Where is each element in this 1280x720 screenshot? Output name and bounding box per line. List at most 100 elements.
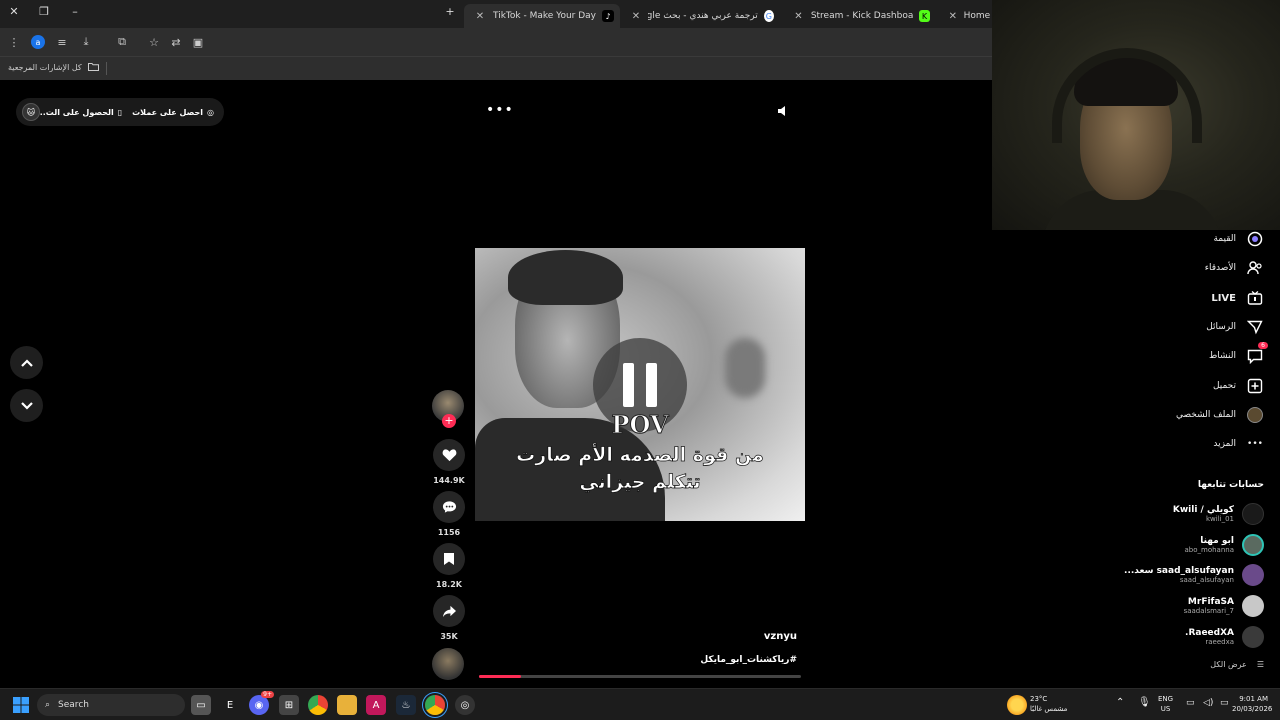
network-icon[interactable]: ▭ — [1186, 698, 1195, 708]
next-video-button[interactable] — [10, 389, 43, 422]
download-icon[interactable]: ⤓ — [78, 34, 94, 50]
save-button[interactable] — [433, 543, 465, 575]
avatar — [1242, 503, 1264, 525]
volume-icon[interactable] — [776, 104, 792, 120]
google-icon: G — [763, 10, 774, 22]
profile-icon — [1246, 406, 1264, 424]
tab-google[interactable]: G ترجمة عربي هندي - بحث Google ✕ — [624, 4, 780, 28]
following-item[interactable]: saad_alsufayan سعد... saad_alsufayan — [1124, 562, 1264, 588]
chrome-icon[interactable] — [308, 695, 328, 715]
like-button[interactable] — [433, 439, 465, 471]
discord-icon[interactable]: ◉ 9+ — [249, 691, 274, 715]
post-hashtag[interactable]: #رياكشنات_ابو_مايكل — [600, 655, 797, 665]
sidebar-item-profile[interactable]: الملف الشخصي — [1176, 405, 1264, 425]
channel-logo[interactable]: 🐱 — [22, 103, 40, 121]
get-app-button[interactable]: ▯ الحصول على الت... — [37, 108, 122, 117]
translate-icon[interactable]: ⇄ — [168, 34, 184, 50]
promo-pill: ◎ احصل على عملات ▯ الحصول على الت... 🐱 — [16, 98, 224, 126]
sidebar-item-live[interactable]: LIVE — [1211, 288, 1264, 308]
following-item[interactable]: MrFifaSA saadalsmari_7 — [1184, 593, 1264, 619]
taskbar-search[interactable]: ⌕ Search — [37, 694, 185, 716]
more-options-icon[interactable]: ••• — [486, 102, 514, 118]
activity-badge: 6 — [1258, 342, 1268, 349]
close-tab-icon[interactable]: ✕ — [630, 11, 642, 22]
sidebar-item-friends[interactable]: الأصدقاء — [1205, 258, 1264, 278]
all-bookmarks[interactable]: كل الإشارات المرجعية — [8, 62, 99, 73]
chrome-active-icon[interactable] — [425, 695, 445, 715]
xbox-icon[interactable]: ⊞ — [279, 695, 299, 715]
restore-window-icon[interactable]: ❐ — [36, 5, 52, 18]
browser-toolbar: ⋮ a ≡ ⤓ ⧉ ☆ ⇄ ▣ — [0, 28, 992, 56]
sidebar-item-label: الرسائل — [1206, 322, 1236, 332]
steam-icon[interactable]: ♨ — [396, 695, 416, 715]
extensions-icon[interactable]: ⧉ — [114, 34, 130, 50]
tab-kick[interactable]: K Stream - Kick Dashboard ✕ — [786, 4, 936, 28]
task-view-icon[interactable]: ▭ — [191, 695, 211, 715]
close-window-icon[interactable]: ✕ — [6, 5, 22, 18]
tab-title: ترجمة عربي هندي - بحث Google — [647, 11, 758, 21]
close-tab-icon[interactable]: ✕ — [948, 11, 958, 22]
chevron-up-icon — [20, 358, 33, 367]
app-icon[interactable]: A — [366, 695, 386, 715]
following-item[interactable]: ابو مهنا abo_mohanna — [1184, 532, 1264, 558]
sidebar-item-more[interactable]: المزيد ••• — [1213, 434, 1264, 454]
show-hidden-icons[interactable]: ⌃ — [1116, 698, 1124, 708]
file-explorer-icon[interactable] — [337, 695, 357, 715]
clock[interactable]: 9:01 AM 20/03/2026 — [1232, 694, 1272, 714]
see-all-button[interactable]: ☰ عرض الكل — [1210, 660, 1264, 669]
sound-avatar[interactable] — [432, 648, 464, 680]
coin-icon: ◎ — [207, 107, 214, 117]
comment-button[interactable] — [433, 491, 465, 523]
tab-tiktok[interactable]: ♪ TikTok - Make Your Day ✕ — [464, 4, 620, 28]
post-author[interactable]: vznyu — [600, 631, 797, 642]
cast-icon[interactable]: ▣ — [190, 34, 206, 50]
upload-icon — [1246, 377, 1264, 395]
heart-icon — [442, 449, 456, 462]
epic-games-icon[interactable]: E — [220, 695, 240, 715]
video-caption-line: من قوة الصدمه الأم صارت — [516, 444, 764, 467]
save-count: 18.2K — [436, 580, 462, 589]
volume-tray-icon[interactable]: ◁) — [1203, 698, 1213, 708]
avatar — [1242, 534, 1264, 556]
webcam-overlay — [992, 0, 1280, 230]
windows-start-icon[interactable] — [11, 695, 31, 715]
sidebar-item-upload[interactable]: تحميل — [1213, 376, 1264, 396]
list-icon: ☰ — [1256, 660, 1264, 669]
tab-title: Home / X — [963, 11, 992, 21]
get-coins-button[interactable]: ◎ احصل على عملات — [132, 108, 214, 117]
like-count: 144.9K — [433, 476, 465, 485]
sidebar-item-explore[interactable]: القيمة — [1213, 229, 1264, 249]
obs-icon[interactable]: ◎ — [455, 695, 475, 715]
new-tab-icon[interactable]: + — [442, 5, 458, 18]
browser-tab-bar: ✕ ❐ – + ♪ TikTok - Make Your Day ✕ G ترج… — [0, 0, 992, 28]
minimize-window-icon[interactable]: – — [67, 5, 83, 18]
video-player[interactable]: POV من قوة الصدمه الأم صارت تتكلم جيزاني — [475, 248, 805, 521]
previous-video-button[interactable] — [10, 346, 43, 379]
sidebar-item-activity[interactable]: النشاط 6 — [1209, 342, 1268, 366]
following-item[interactable]: كويلي / Kwili kwili_01 — [1173, 501, 1264, 527]
battery-icon[interactable]: ▭ — [1220, 698, 1229, 708]
bookmark-star-icon[interactable]: ☆ — [146, 34, 162, 50]
close-tab-icon[interactable]: ✕ — [473, 11, 487, 22]
share-button[interactable] — [433, 595, 465, 627]
friends-icon — [1246, 259, 1264, 277]
sidebar-item-messages[interactable]: الرسائل — [1206, 317, 1264, 337]
weather-widget[interactable]: 23°C مشمس غالبًا — [1030, 694, 1067, 714]
microphone-icon[interactable]: 🎙 — [1138, 698, 1151, 708]
menu-dots-icon[interactable]: ⋮ — [6, 34, 22, 50]
discord-badge: 9+ — [261, 691, 274, 698]
profile-avatar[interactable]: a — [30, 34, 46, 50]
close-tab-icon[interactable]: ✕ — [792, 11, 805, 22]
tab-x[interactable]: ✕ Home / X — [942, 4, 992, 28]
video-progress-bar[interactable] — [479, 675, 801, 678]
language-indicator[interactable]: ENG US — [1158, 694, 1173, 714]
follow-plus-button[interactable]: + — [442, 414, 456, 428]
video-progress-fill — [479, 675, 521, 678]
tab-search-icon[interactable]: ≡ — [54, 34, 70, 50]
comment-count: 1156 — [437, 528, 461, 537]
sidebar-item-label: المزيد — [1213, 439, 1236, 449]
weather-icon[interactable] — [1007, 695, 1027, 715]
activity-icon: 6 — [1246, 342, 1268, 365]
sidebar-item-label: تحميل — [1212, 381, 1236, 391]
following-item[interactable]: RaeedXA. raeedxa — [1185, 624, 1264, 650]
